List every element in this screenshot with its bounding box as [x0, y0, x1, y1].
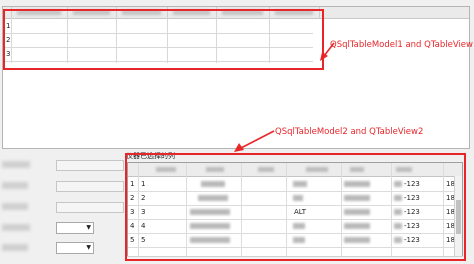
- annotation-box-1: [3, 9, 324, 70]
- form-combo[interactable]: ▼: [56, 242, 94, 254]
- form-label: [2, 244, 28, 251]
- form-combo[interactable]: ▼: [56, 222, 94, 234]
- form-field[interactable]: [56, 160, 124, 171]
- annotation-label-2: QSqlTableModel2 and QTableView2: [275, 127, 424, 137]
- annotation-box-2: [125, 153, 466, 261]
- form-field[interactable]: [56, 181, 124, 192]
- annotation-arrow-1: [320, 42, 335, 61]
- form-label: [2, 203, 28, 210]
- chevron-down-icon: ▼: [86, 244, 91, 251]
- form-label: [2, 224, 30, 231]
- form-label: [2, 161, 30, 168]
- form-label: [2, 182, 28, 189]
- annotation-label-1: QSqlTableModel1 and QTableView1: [330, 40, 474, 50]
- form-field[interactable]: [56, 202, 124, 213]
- annotation-arrow-2: [234, 130, 275, 152]
- chevron-down-icon: ▼: [86, 224, 91, 231]
